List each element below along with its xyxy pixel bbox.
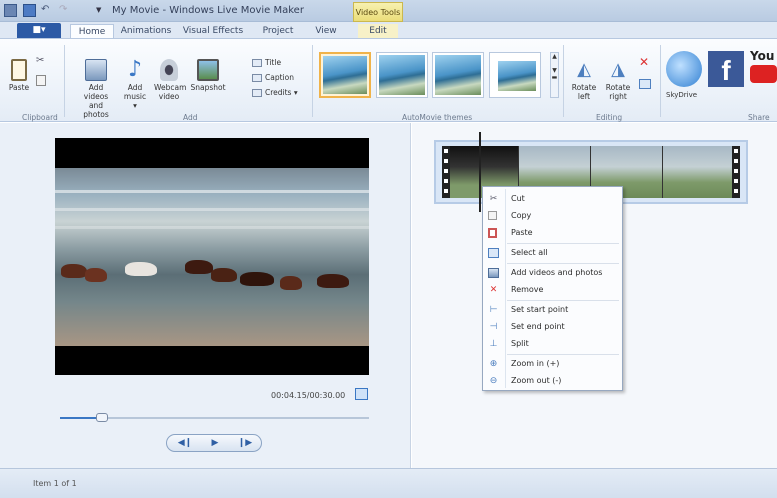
save-icon[interactable] [23, 4, 36, 17]
menu-item-paste[interactable]: Paste [485, 225, 620, 241]
add-music-button[interactable]: ♪ Add music ▾ [121, 57, 149, 111]
autotheme-4[interactable] [489, 52, 541, 98]
redo-icon[interactable]: ↷ [59, 4, 67, 15]
menu-item-zoom-in[interactable]: ⊕ Zoom in (+) [485, 356, 620, 372]
previous-frame-button[interactable]: ◀❙ [170, 436, 200, 450]
add-group-label: Add [183, 113, 198, 122]
ribbon-tab-row: ■▾ Home Animations Visual Effects Projec… [0, 22, 777, 38]
zoom-in-icon: ⊕ [489, 359, 498, 369]
fullscreen-button[interactable] [355, 388, 368, 400]
remove-icon[interactable]: ✕ [639, 55, 649, 69]
remove-icon: ✕ [489, 285, 498, 295]
title-icon [252, 59, 262, 67]
add-videos-button[interactable]: Add videos and photos [76, 59, 116, 119]
select-all-small-icon[interactable] [639, 79, 651, 89]
tab-animations[interactable]: Animations [118, 24, 174, 38]
add-media-icon [488, 268, 499, 278]
skydrive-label: SkyDrive [666, 91, 698, 99]
snapshot-icon [197, 59, 219, 81]
play-button[interactable]: ▶ [200, 436, 230, 450]
editing-group-label: Editing [596, 113, 623, 122]
menu-item-cut[interactable]: ✂ Cut [485, 191, 620, 207]
context-tab-group-label: Video Tools [353, 2, 403, 22]
seek-thumb[interactable] [96, 413, 108, 422]
menu-item-select-all[interactable]: Select all [485, 245, 620, 261]
copy-small-icon[interactable] [36, 75, 46, 86]
menu-item-remove[interactable]: ✕ Remove [485, 282, 620, 298]
share-group-label: Share [748, 113, 770, 122]
title-button[interactable]: Title [252, 57, 281, 68]
menu-item-set-end-point[interactable]: ⊣ Set end point [485, 319, 620, 335]
rotate-left-icon: ◭ [577, 59, 591, 80]
group-separator [312, 45, 313, 117]
playhead[interactable] [479, 132, 481, 212]
tab-edit[interactable]: Edit [358, 24, 398, 38]
tab-visual-effects[interactable]: Visual Effects [178, 24, 248, 38]
webcam-video-button[interactable]: Webcam video [154, 59, 186, 101]
undo-icon[interactable]: ↶ [41, 4, 49, 15]
group-separator [660, 45, 661, 117]
themes-scroll[interactable]: ▲ ▼ ▬ [550, 52, 559, 98]
end-point-icon: ⊣ [489, 322, 498, 332]
rotate-right-icon: ◮ [611, 59, 625, 80]
next-frame-button[interactable]: ❙▶ [230, 436, 260, 450]
time-readout: 00:04.15/00:30.00 [271, 391, 346, 400]
quick-access-dropdown-icon[interactable]: ▼ [96, 6, 101, 14]
caption-button[interactable]: Caption [252, 72, 294, 83]
tab-view[interactable]: View [310, 24, 342, 38]
youtube-icon[interactable]: You [750, 49, 777, 83]
menu-item-set-start-point[interactable]: ⊢ Set start point [485, 302, 620, 318]
tab-project[interactable]: Project [258, 24, 298, 38]
paste-icon [11, 59, 27, 81]
facebook-icon[interactable]: f [708, 51, 744, 87]
autotheme-default[interactable] [319, 52, 371, 98]
scissors-icon: ✂ [489, 194, 498, 204]
ribbon: Paste ✂ Clipboard Add videos and photos … [0, 38, 777, 122]
paste-icon [488, 228, 497, 238]
credits-button[interactable]: Credits ▾ [252, 87, 298, 98]
menu-item-add-videos-photos[interactable]: Add videos and photos [485, 265, 620, 281]
group-separator [64, 45, 65, 117]
window-title: My Movie - Windows Live Movie Maker [112, 5, 304, 16]
playback-controls: ◀❙ ▶ ❙▶ [166, 434, 262, 452]
copy-icon [488, 211, 497, 220]
app-icon[interactable] [4, 4, 17, 17]
menu-item-zoom-out[interactable]: ⊖ Zoom out (-) [485, 373, 620, 389]
themes-group-label: AutoMovie themes [402, 113, 473, 122]
split-icon: ⊥ [489, 339, 498, 349]
menu-item-copy[interactable]: Copy [485, 208, 620, 224]
context-menu: ✂ Cut Copy Paste Select all Add videos a… [482, 186, 623, 391]
music-note-icon: ♪ [127, 57, 143, 82]
start-point-icon: ⊢ [489, 305, 498, 315]
cut-small-icon[interactable]: ✂ [36, 55, 44, 66]
rotate-left-button[interactable]: ◭ Rotate left [569, 59, 599, 101]
paste-button[interactable]: Paste [6, 59, 32, 92]
rotate-right-button[interactable]: ◮ Rotate right [603, 59, 633, 101]
film-icon [85, 59, 107, 81]
webcam-icon [160, 59, 178, 81]
menu-item-split[interactable]: ⊥ Split [485, 336, 620, 352]
caption-icon [252, 74, 262, 82]
status-item-count: Item 1 of 1 [33, 479, 77, 488]
autotheme-3[interactable] [432, 52, 484, 98]
video-frame [55, 168, 369, 346]
status-bar: Item 1 of 1 [0, 468, 777, 498]
frame-separator [662, 146, 663, 198]
snapshot-button[interactable]: Snapshot [187, 59, 229, 92]
video-preview[interactable] [55, 138, 369, 375]
title-bar: ↶ ↷ ▼ My Movie - Windows Live Movie Make… [0, 0, 777, 22]
credits-icon [252, 89, 262, 97]
select-all-icon [488, 248, 499, 258]
skydrive-icon[interactable] [666, 51, 702, 87]
tab-home[interactable]: Home [70, 24, 114, 38]
group-separator [563, 45, 564, 117]
file-menu-button[interactable]: ■▾ [17, 23, 61, 38]
clipboard-group-label: Clipboard [22, 113, 58, 122]
zoom-out-icon: ⊖ [489, 376, 498, 386]
autotheme-2[interactable] [376, 52, 428, 98]
